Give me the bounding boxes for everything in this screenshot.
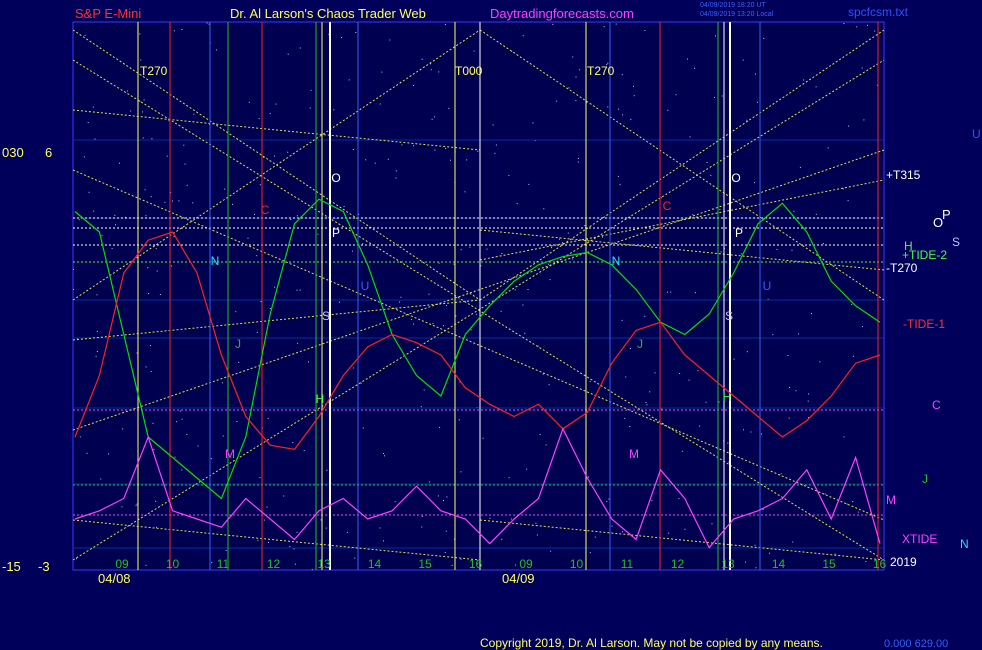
author-title: Dr. Al Larson's Chaos Trader Web: [230, 6, 426, 21]
x-tick-label: 12: [267, 557, 281, 571]
label-tide2: +TIDE-2: [902, 248, 948, 262]
planet-label: S: [725, 309, 733, 323]
planet-label: U: [361, 279, 370, 293]
site-link[interactable]: Daytradingforecasts.com: [490, 7, 634, 20]
planet-label: M: [629, 447, 639, 461]
planet-label: U: [763, 279, 772, 293]
plot-area: [72, 21, 885, 571]
x-tick-label: 10: [166, 557, 180, 571]
date-day2: 04/09: [502, 571, 535, 586]
chart-svg: 09 10 11 12 13 14 15 16 09 10 11 12 13 14 15 16 N J H O P S U M…: [72, 21, 887, 571]
planet-label: C: [663, 199, 672, 213]
x-tick-label: 09: [519, 557, 533, 571]
x-tick-label: 11: [217, 557, 230, 571]
marker-t270-b: T270: [587, 64, 615, 78]
label-year: 2019: [890, 555, 917, 569]
stamp-local: 04/09/2019 13:20 Local: [700, 11, 774, 18]
label-p: P: [942, 207, 951, 222]
x-tick-label: 10: [570, 557, 584, 571]
label-n: N: [960, 537, 969, 551]
file-name: spcfcsm.txt: [848, 5, 909, 19]
planet-label: P: [735, 226, 743, 240]
copyright: Copyright 2019, Dr. Al Larson. May not b…: [480, 636, 823, 650]
x-tick-label: 15: [418, 557, 432, 571]
label-t270: -T270: [886, 261, 918, 275]
marker-t270-a: T270: [140, 64, 168, 78]
planet-label: N: [211, 254, 220, 268]
x-tick-label: 16: [873, 557, 887, 571]
date-day1: 04/08: [98, 571, 131, 586]
label-c: C: [932, 398, 941, 412]
label-t315: +T315: [886, 168, 921, 182]
planet-label: J: [235, 337, 241, 351]
planet-label: C: [261, 203, 270, 217]
label-j: J: [922, 472, 928, 486]
x-tick-label: 12: [671, 557, 685, 571]
x-tick-label: 11: [621, 557, 634, 571]
stamp-ut: 04/09/2019 18:20 UT: [700, 2, 766, 9]
x-tick-label: 15: [822, 557, 836, 571]
marker-t000: T000: [455, 64, 483, 78]
scale-top-a: 030: [2, 145, 24, 160]
label-xtide: XTIDE: [902, 532, 938, 546]
label-u: U: [972, 127, 981, 141]
planet-label: M: [225, 447, 235, 461]
scale-top-b: 6: [45, 145, 53, 160]
x-tick-label: 13: [317, 557, 331, 571]
planet-label: S: [322, 309, 330, 323]
planet-label: H: [723, 390, 732, 404]
x-tick-label: 13: [721, 557, 735, 571]
planet-label: O: [731, 171, 740, 185]
x-tick-label: 09: [115, 557, 129, 571]
planet-label: O: [331, 171, 340, 185]
scale-bottom-b: -3: [38, 559, 50, 574]
x-tick-label: 14: [368, 557, 382, 571]
x-tick-label: 16: [469, 557, 483, 571]
label-tide1: -TIDE-1: [903, 317, 945, 331]
planet-label: P: [332, 226, 340, 240]
planet-label: H: [316, 392, 325, 406]
planet-label: J: [637, 337, 643, 351]
x-tick-label: 14: [772, 557, 786, 571]
symbol-title: S&P E-Mini: [75, 6, 142, 21]
footer-corner: 0.000 629.00: [884, 638, 949, 650]
label-m: M: [886, 493, 896, 507]
scale-bottom-a: -15: [2, 559, 21, 574]
label-s: S: [952, 235, 961, 249]
